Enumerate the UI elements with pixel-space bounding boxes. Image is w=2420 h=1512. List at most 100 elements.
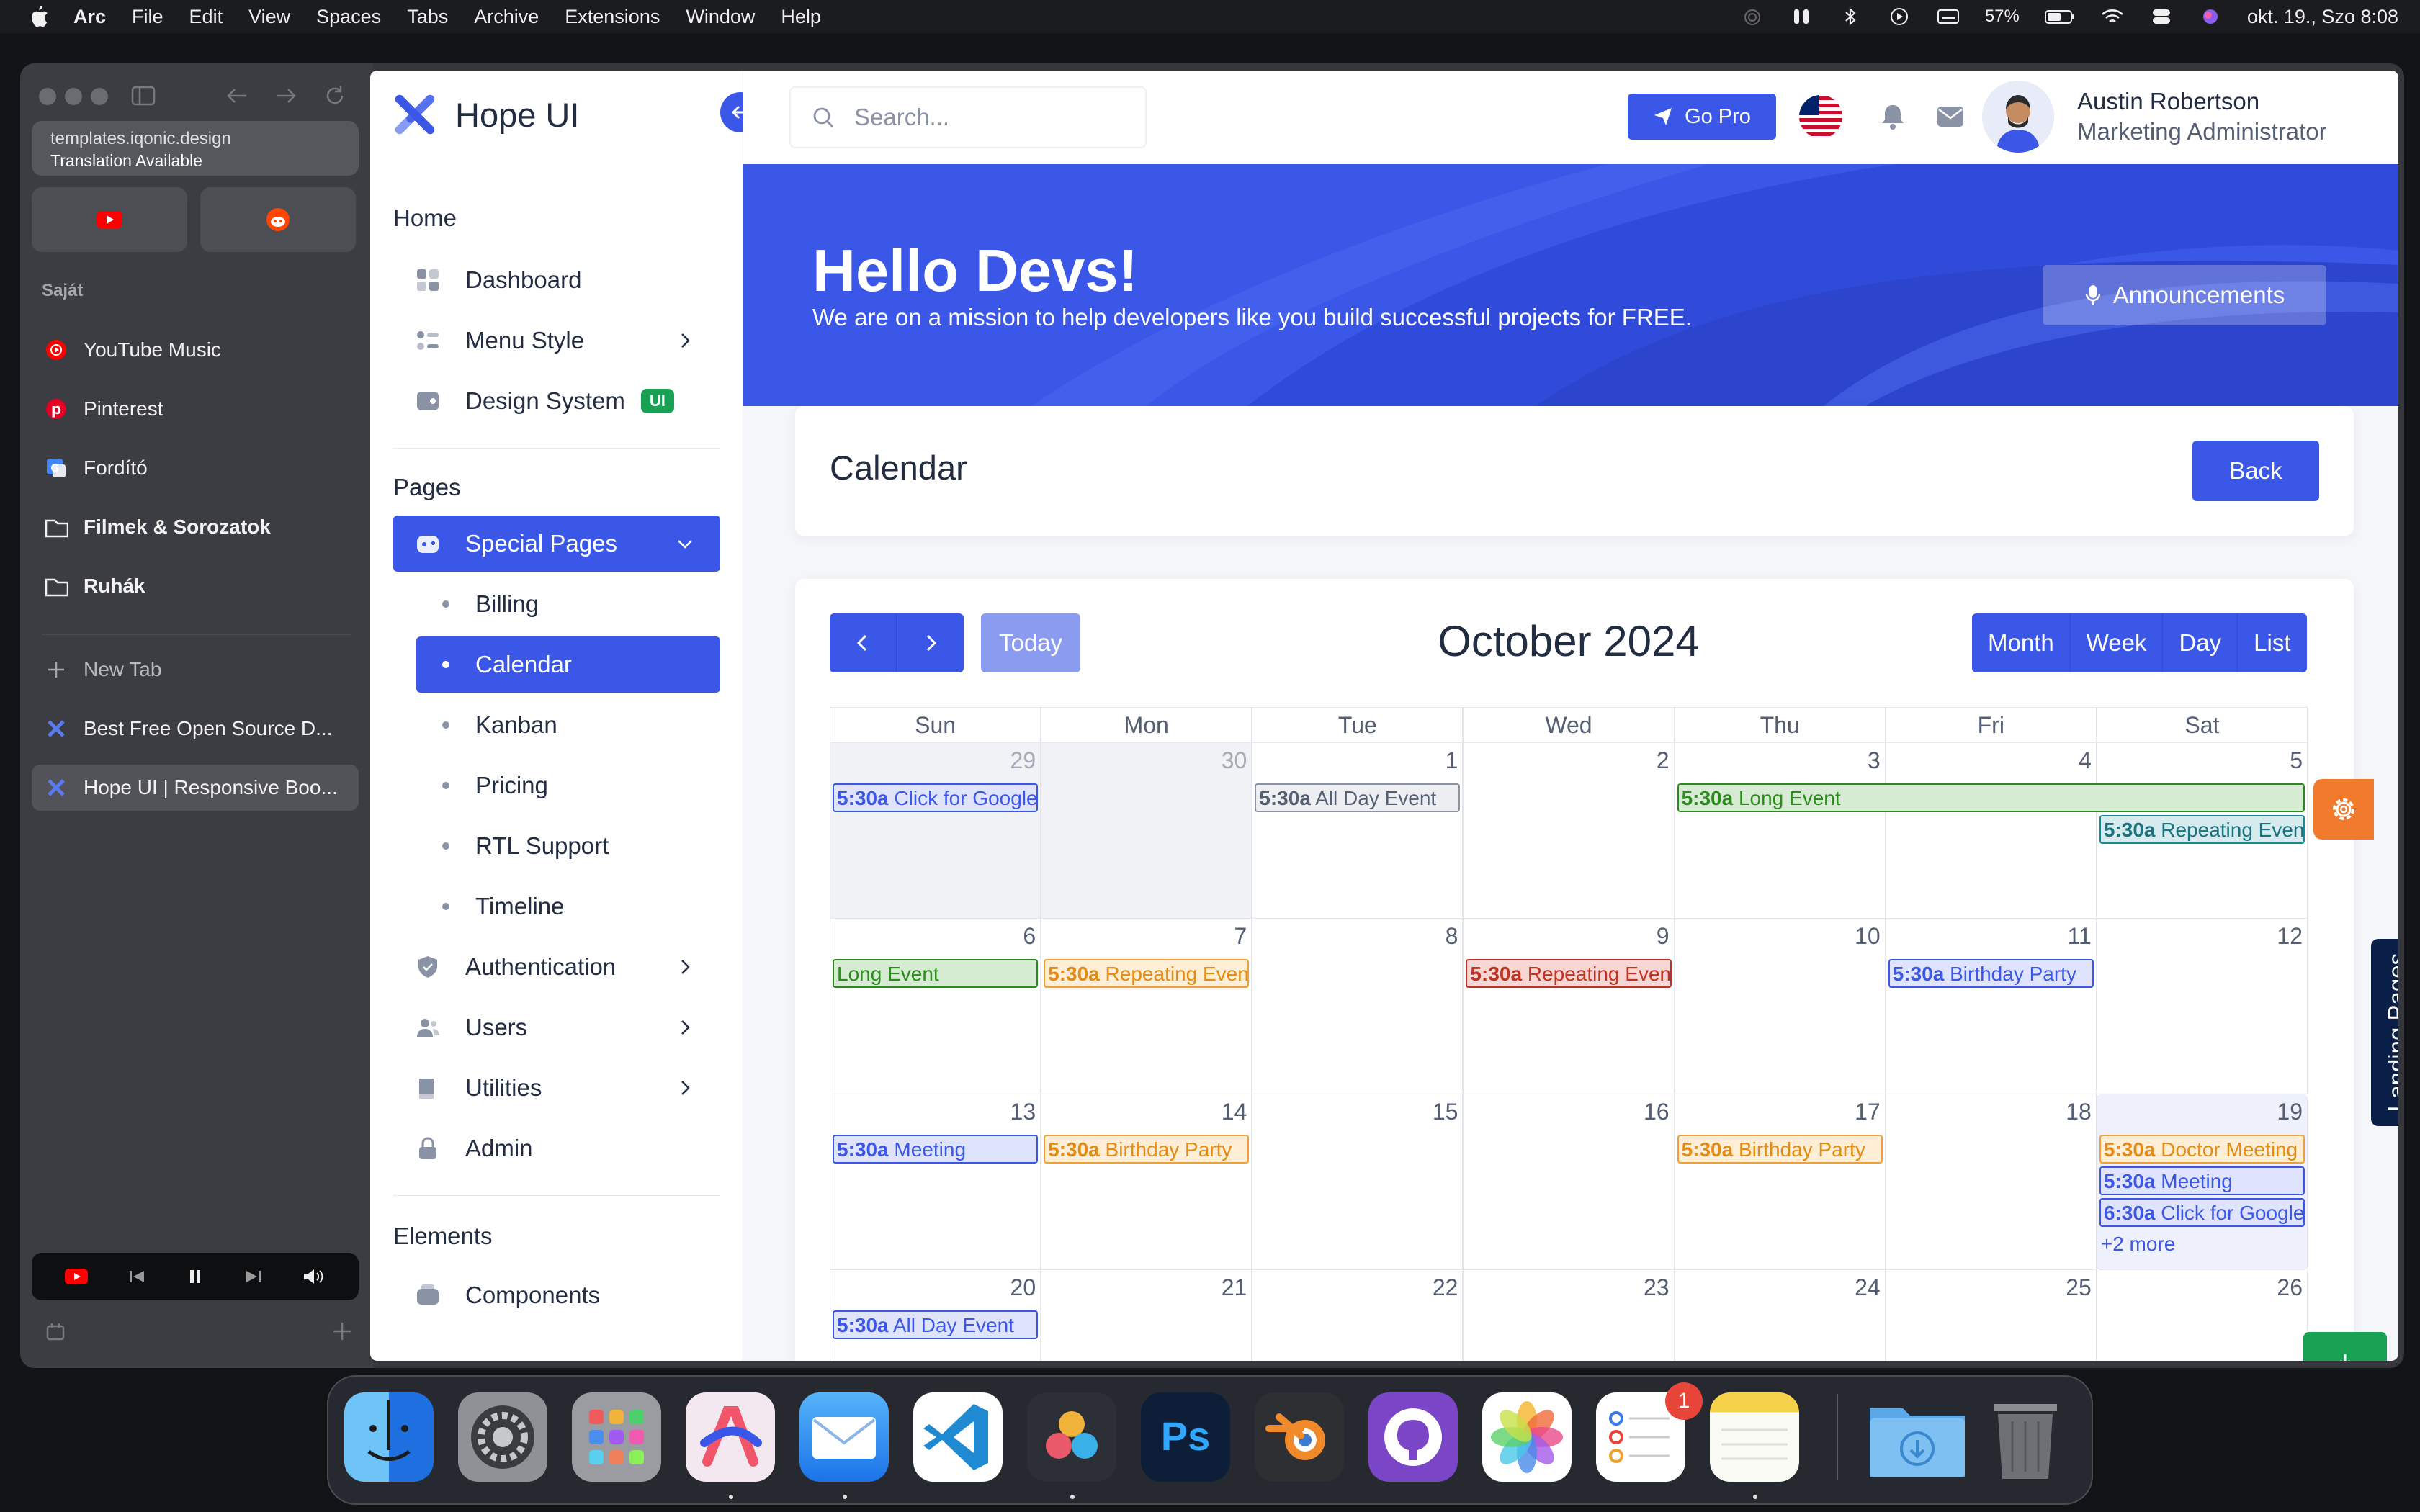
day-number[interactable]: 23 bbox=[1644, 1274, 1670, 1301]
day-number[interactable]: 24 bbox=[1855, 1274, 1881, 1301]
menu-view[interactable]: View bbox=[248, 6, 290, 28]
day-number[interactable]: 8 bbox=[1446, 923, 1458, 950]
bell-icon[interactable] bbox=[1878, 102, 1907, 131]
new-space-icon[interactable] bbox=[331, 1320, 353, 1342]
calendar-day-cell[interactable]: 23 bbox=[1463, 1270, 1675, 1361]
us-flag-icon[interactable] bbox=[1798, 94, 1844, 140]
day-number[interactable]: 26 bbox=[2277, 1274, 2303, 1301]
day-number[interactable]: 25 bbox=[2066, 1274, 2092, 1301]
calendar-day-cell[interactable]: 6 bbox=[830, 919, 1041, 1094]
calendar-day-cell[interactable]: 29 bbox=[830, 743, 1041, 919]
menu-app-name[interactable]: Arc bbox=[73, 6, 106, 28]
calendar-event[interactable]: 5:30a Meeting bbox=[833, 1135, 1039, 1164]
menu-extensions[interactable]: Extensions bbox=[565, 6, 660, 28]
mail-app-icon[interactable] bbox=[799, 1392, 889, 1482]
calendar-day-cell[interactable]: 1 bbox=[1252, 743, 1464, 919]
day-number[interactable]: 16 bbox=[1644, 1099, 1670, 1125]
blender-icon[interactable] bbox=[1255, 1392, 1344, 1482]
mail-icon[interactable] bbox=[1936, 104, 1965, 130]
day-number[interactable]: 2 bbox=[1657, 747, 1670, 774]
month-view-button[interactable]: Month bbox=[1972, 613, 2071, 672]
go-pro-button[interactable]: Go Pro bbox=[1628, 94, 1776, 140]
day-number[interactable]: 12 bbox=[2277, 923, 2303, 950]
nav-dashboard[interactable]: Dashboard bbox=[393, 252, 720, 308]
calendar-day-cell[interactable]: 4 bbox=[1885, 743, 2097, 919]
vscode-icon[interactable] bbox=[913, 1392, 1003, 1482]
trash-icon[interactable] bbox=[1981, 1392, 2070, 1482]
day-number[interactable]: 20 bbox=[1010, 1274, 1036, 1301]
calendar-day-cell[interactable]: 21 bbox=[1041, 1270, 1252, 1361]
calendar-day-cell[interactable]: 26 bbox=[2096, 1270, 2308, 1361]
calendar-event[interactable]: 5:30a Long Event bbox=[1677, 783, 2305, 812]
calendar-day-cell[interactable]: 24 bbox=[1674, 1270, 1886, 1361]
day-number[interactable]: 22 bbox=[1433, 1274, 1458, 1301]
menu-archive[interactable]: Archive bbox=[474, 6, 539, 28]
week-view-button[interactable]: Week bbox=[2070, 613, 2164, 672]
apple-icon[interactable] bbox=[27, 5, 49, 28]
landing-pages-tab[interactable]: Landing Pages bbox=[2371, 939, 2398, 1126]
notes-icon[interactable] bbox=[1710, 1392, 1799, 1482]
new-tab-button[interactable]: New Tab bbox=[32, 647, 359, 693]
tab-hope-ui-active[interactable]: Hope UI | Responsive Boo... bbox=[32, 765, 359, 811]
calendar-day-cell[interactable]: 15 bbox=[1252, 1094, 1464, 1270]
calendar-day-cell[interactable]: 2 bbox=[1463, 743, 1675, 919]
url-bar[interactable]: templates.iqonic.design Translation Avai… bbox=[32, 121, 359, 176]
calendar-event[interactable]: 5:30a Birthday Party bbox=[1044, 1135, 1250, 1164]
archive-icon[interactable] bbox=[45, 1320, 66, 1342]
now-playing-icon[interactable] bbox=[1887, 7, 1912, 26]
calendar-event[interactable]: 5:30a Click for Google bbox=[833, 783, 1039, 812]
nav-kanban[interactable]: Kanban bbox=[416, 697, 720, 753]
menu-window[interactable]: Window bbox=[686, 6, 755, 28]
menu-edit[interactable]: Edit bbox=[189, 6, 223, 28]
calendar-event[interactable]: 5:30a Repeating Event bbox=[2099, 815, 2305, 844]
more-events-link[interactable]: +2 more bbox=[2101, 1233, 2176, 1256]
window-zoom-button[interactable] bbox=[91, 88, 108, 105]
calendar-day-cell[interactable]: 22 bbox=[1252, 1270, 1464, 1361]
day-number[interactable]: 14 bbox=[1222, 1099, 1247, 1125]
day-number[interactable]: 11 bbox=[2068, 923, 2092, 950]
calendar-event[interactable]: 5:30a Birthday Party bbox=[1677, 1135, 1883, 1164]
list-view-button[interactable]: List bbox=[2238, 613, 2307, 672]
announcements-button[interactable]: Announcements bbox=[2043, 265, 2326, 325]
control-center-icon[interactable] bbox=[2149, 7, 2174, 26]
search-input[interactable]: Search... bbox=[789, 86, 1147, 148]
calendar-day-cell[interactable]: 8 bbox=[1252, 919, 1464, 1094]
calendar-event[interactable]: 5:30a Meeting bbox=[2099, 1166, 2305, 1195]
nav-billing[interactable]: Billing bbox=[416, 576, 720, 632]
calendar-event[interactable]: 6:30a Click for Google bbox=[2099, 1198, 2305, 1227]
calendar-day-cell[interactable]: 25 bbox=[1885, 1270, 2097, 1361]
calendar-event[interactable]: 5:30a Repeating Event bbox=[1044, 959, 1250, 988]
day-number[interactable]: 18 bbox=[2066, 1099, 2092, 1125]
day-number[interactable]: 13 bbox=[1010, 1099, 1036, 1125]
day-number[interactable]: 3 bbox=[1868, 747, 1881, 774]
calendar-day-cell[interactable]: 30 bbox=[1041, 743, 1252, 919]
download-button[interactable] bbox=[2303, 1332, 2387, 1361]
day-number[interactable]: 1 bbox=[1446, 747, 1458, 774]
day-number[interactable]: 5 bbox=[2290, 747, 2303, 774]
day-number[interactable]: 17 bbox=[1855, 1099, 1881, 1125]
day-number[interactable]: 19 bbox=[2277, 1099, 2303, 1125]
nav-utilities[interactable]: Utilities bbox=[393, 1060, 720, 1116]
calendar-day-cell[interactable]: 17 bbox=[1674, 1094, 1886, 1270]
calendar-event[interactable]: Long Event bbox=[833, 959, 1039, 988]
calendar-day-cell[interactable]: 3 bbox=[1674, 743, 1886, 919]
calendar-day-cell[interactable]: 13 bbox=[830, 1094, 1041, 1270]
downloads-folder-icon[interactable] bbox=[1867, 1392, 1965, 1482]
menu-clock[interactable]: okt. 19., Szo 8:08 bbox=[2247, 6, 2398, 28]
calendar-event[interactable]: 5:30a All Day Event bbox=[1255, 783, 1461, 812]
sidebar-toggle-icon[interactable] bbox=[131, 85, 156, 107]
calendar-day-cell[interactable]: 16 bbox=[1463, 1094, 1675, 1270]
nav-pricing[interactable]: Pricing bbox=[416, 757, 720, 814]
calendar-day-cell[interactable]: 9 bbox=[1463, 919, 1675, 1094]
day-number[interactable]: 9 bbox=[1657, 923, 1670, 950]
favorite-translate[interactable]: G Fordító bbox=[32, 445, 359, 491]
airdrop-icon[interactable] bbox=[1740, 7, 1765, 26]
wifi-icon[interactable] bbox=[2100, 7, 2125, 26]
davinci-resolve-icon[interactable] bbox=[1027, 1392, 1116, 1482]
nav-calendar[interactable]: Calendar bbox=[416, 636, 720, 693]
youtube-icon[interactable] bbox=[64, 1267, 89, 1286]
menu-tabs[interactable]: Tabs bbox=[407, 6, 448, 28]
calendar-event[interactable]: 5:30a Doctor Meeting bbox=[2099, 1135, 2305, 1164]
day-number[interactable]: 6 bbox=[1023, 923, 1036, 950]
system-settings-icon[interactable] bbox=[458, 1392, 547, 1482]
